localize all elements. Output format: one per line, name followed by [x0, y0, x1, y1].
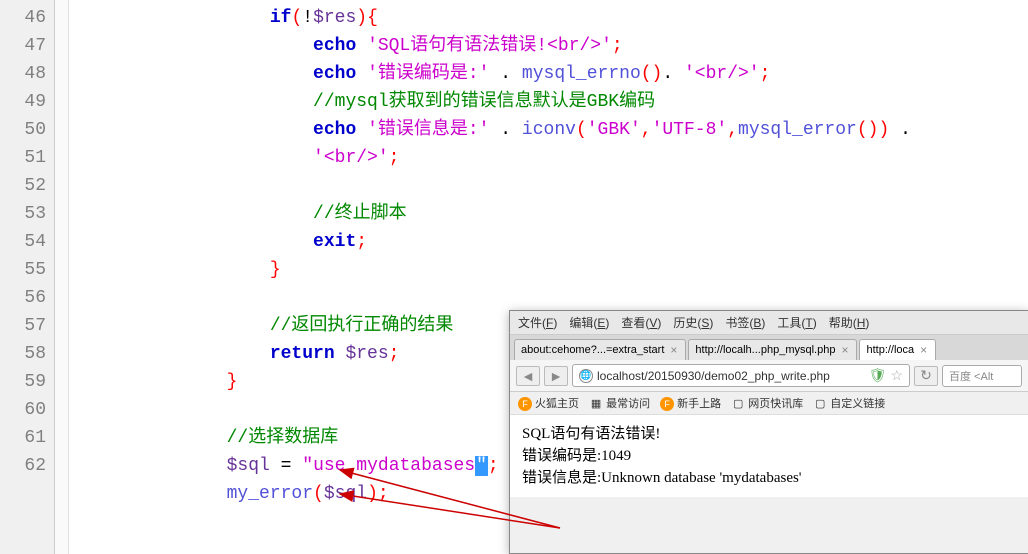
bookmark-item[interactable]: ▦ 最常访问 [589, 395, 650, 411]
bookmark-item[interactable]: ▢ 自定义链接 [813, 395, 885, 411]
url-bar[interactable]: 🌐 localhost/20150930/demo02_php_write.ph… [572, 364, 910, 387]
shield-icon[interactable]: 🛡 [869, 367, 887, 384]
line-number: 61 [0, 424, 46, 452]
line-number: 52 [0, 172, 46, 200]
code-line[interactable]: if(!$res){ [97, 4, 1028, 32]
line-number: 62 [0, 452, 46, 480]
code-line[interactable]: echo 'SQL语句有语法错误!<br/>'; [97, 32, 1028, 60]
forward-button[interactable]: ► [544, 366, 568, 386]
browser-window: 文件(F) 编辑(E) 查看(V) 历史(S) 书签(B) 工具(T) 帮助(H) abou… [509, 310, 1028, 554]
output-line: SQL语句有语法错误! [522, 423, 1016, 445]
code-line[interactable]: //终止脚本 [97, 200, 1028, 228]
menubar-item[interactable]: 工具(T) [777, 314, 816, 331]
bookmark-item[interactable]: ▢ 网页快讯库 [731, 395, 803, 411]
browser-tab[interactable]: http://localh...php_mysql.php × [688, 339, 857, 360]
output-line: 错误编码是:1049 [522, 445, 1016, 467]
line-number: 59 [0, 368, 46, 396]
line-number: 55 [0, 256, 46, 284]
code-line[interactable] [97, 284, 1028, 312]
code-line[interactable] [97, 172, 1028, 200]
browser-tab-strip[interactable]: about:cehome?...=extra_start×http://loca… [510, 335, 1028, 360]
folder-icon: ▢ [813, 397, 827, 411]
menubar-item[interactable]: 帮助(H) [829, 314, 870, 331]
bookmark-item[interactable]: F 新手上路 [660, 395, 721, 411]
folder-icon: ▦ [589, 397, 603, 411]
menubar-item[interactable]: 编辑(E) [569, 314, 609, 331]
menubar-item[interactable]: 书签(B) [725, 314, 765, 331]
menubar-item[interactable]: 文件(F) [518, 314, 557, 331]
line-number: 58 [0, 340, 46, 368]
browser-toolbar: ◄ ► 🌐 localhost/20150930/demo02_php_writ… [510, 360, 1028, 392]
firefox-icon: F [660, 397, 674, 411]
bookmark-item[interactable]: F 火狐主页 [518, 395, 579, 411]
close-icon[interactable]: × [668, 343, 679, 357]
bookmark-bar[interactable]: F 火狐主页 ▦ 最常访问 F 新手上路 ▢ 网页快讯库 ▢ 自定义链接 [510, 392, 1028, 415]
search-box[interactable]: 百度 <Alt [942, 365, 1022, 387]
line-number: 46 [0, 4, 46, 32]
code-line[interactable]: echo '错误编码是:' . mysql_errno(). '<br/>'; [97, 60, 1028, 88]
menubar-item[interactable]: 历史(S) [673, 314, 713, 331]
firefox-icon: F [518, 397, 532, 411]
line-number: 50 [0, 116, 46, 144]
folder-icon: ▢ [731, 397, 745, 411]
code-line[interactable]: '<br/>'; [97, 144, 1028, 172]
line-number: 53 [0, 200, 46, 228]
line-number-gutter: 4647484950515253545556575859606162 [0, 0, 55, 554]
back-button[interactable]: ◄ [516, 366, 540, 386]
fold-bar [55, 0, 69, 554]
close-icon[interactable]: × [918, 343, 929, 357]
code-line[interactable]: } [97, 256, 1028, 284]
code-line[interactable]: echo '错误信息是:' . iconv('GBK','UTF-8',mysq… [97, 116, 1028, 144]
browser-tab[interactable]: about:cehome?...=extra_start × [514, 339, 686, 360]
line-number: 60 [0, 396, 46, 424]
line-number: 47 [0, 32, 46, 60]
code-line[interactable]: //mysql获取到的错误信息默认是GBK编码 [97, 88, 1028, 116]
code-line[interactable]: exit; [97, 228, 1028, 256]
tab-label: about:cehome?...=extra_start [521, 344, 664, 356]
close-icon[interactable]: × [839, 343, 850, 357]
browser-menubar[interactable]: 文件(F) 编辑(E) 查看(V) 历史(S) 书签(B) 工具(T) 帮助(H) [510, 311, 1028, 335]
browser-tab[interactable]: http://loca × [859, 339, 936, 360]
line-number: 48 [0, 60, 46, 88]
globe-icon: 🌐 [579, 369, 593, 383]
tab-label: http://loca [866, 344, 914, 356]
tab-label: http://localh...php_mysql.php [695, 344, 835, 356]
menubar-item[interactable]: 查看(V) [621, 314, 661, 331]
line-number: 56 [0, 284, 46, 312]
line-number: 51 [0, 144, 46, 172]
line-number: 57 [0, 312, 46, 340]
browser-content: SQL语句有语法错误!错误编码是:1049错误信息是:Unknown datab… [510, 415, 1028, 497]
bookmark-star-icon[interactable]: ☆ [890, 367, 903, 384]
reload-button[interactable]: ↻ [914, 366, 938, 386]
url-text: localhost/20150930/demo02_php_write.php [597, 369, 830, 383]
line-number: 54 [0, 228, 46, 256]
output-line: 错误信息是:Unknown database 'mydatabases' [522, 467, 1016, 489]
line-number: 49 [0, 88, 46, 116]
